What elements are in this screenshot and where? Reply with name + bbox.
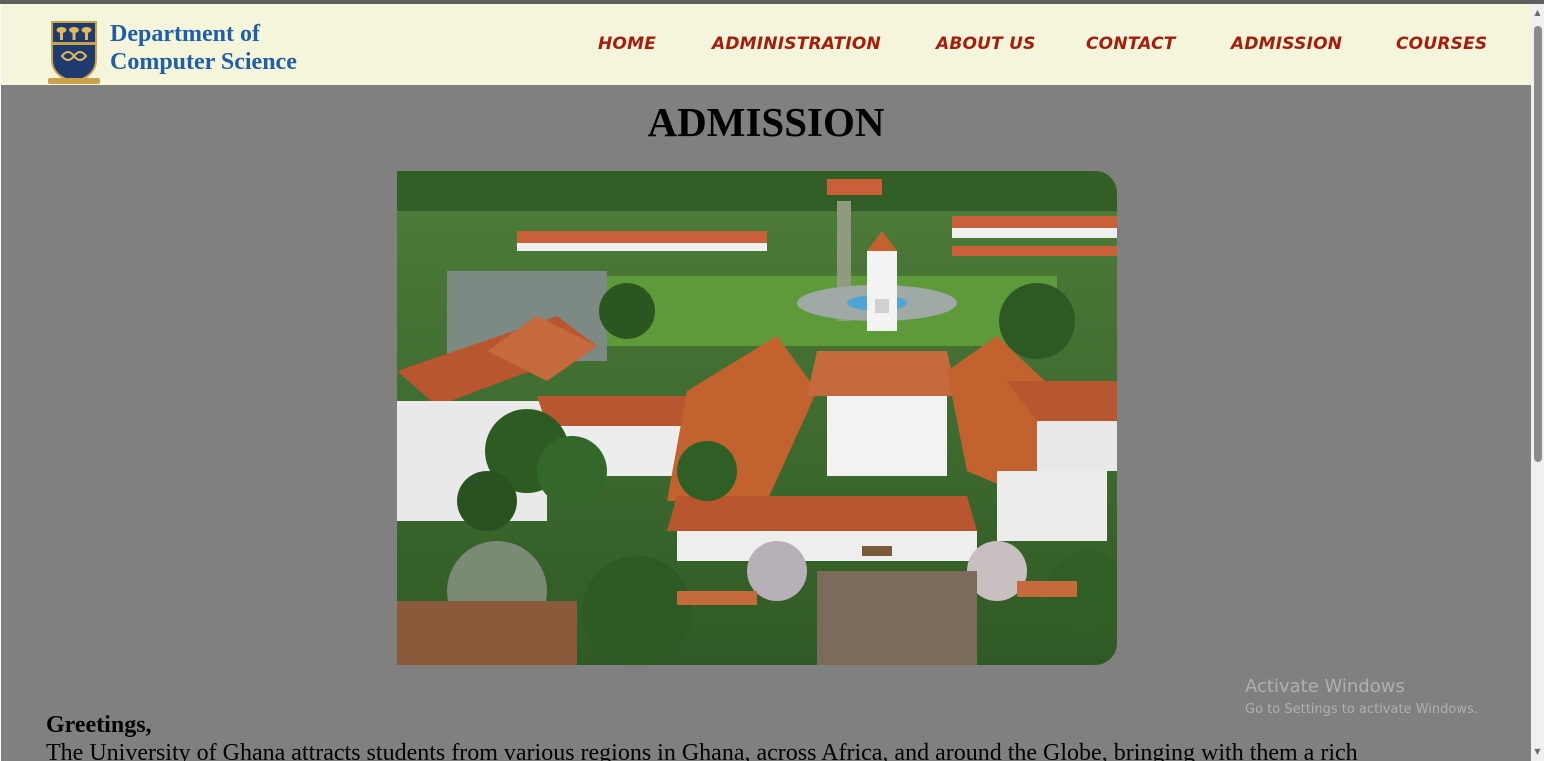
nav-about-us[interactable]: ABOUT US — [936, 34, 1036, 54]
scroll-down-arrow-icon[interactable]: ▼ — [1531, 745, 1544, 759]
nav-contact[interactable]: CONTACT — [1086, 34, 1176, 54]
page-title: ADMISSION — [647, 99, 885, 145]
page-viewport: Department of Computer Science HOME ADMI… — [1, 4, 1531, 761]
vertical-scrollbar[interactable]: ▲ ▼ — [1531, 4, 1544, 761]
nav-courses[interactable]: COURSES — [1396, 34, 1487, 54]
nav-administration[interactable]: ADMINISTRATION — [712, 34, 881, 54]
scroll-up-arrow-icon[interactable]: ▲ — [1531, 6, 1544, 20]
intro-paragraph: The University of Ghana attracts student… — [46, 740, 1358, 761]
site-header: Department of Computer Science HOME ADMI… — [1, 4, 1531, 85]
nav-home[interactable]: HOME — [598, 34, 656, 54]
nav-admission[interactable]: ADMISSION — [1231, 34, 1342, 54]
windows-activation-title: Activate Windows — [1245, 676, 1405, 697]
main-nav: HOME ADMINISTRATION ABOUT US CONTACT ADM… — [1, 34, 1531, 58]
greeting-heading: Greetings, — [46, 712, 152, 738]
windows-activation-subtitle: Go to Settings to activate Windows. — [1245, 702, 1478, 717]
scroll-thumb[interactable] — [1534, 26, 1542, 462]
campus-aerial-photo — [397, 171, 1117, 665]
